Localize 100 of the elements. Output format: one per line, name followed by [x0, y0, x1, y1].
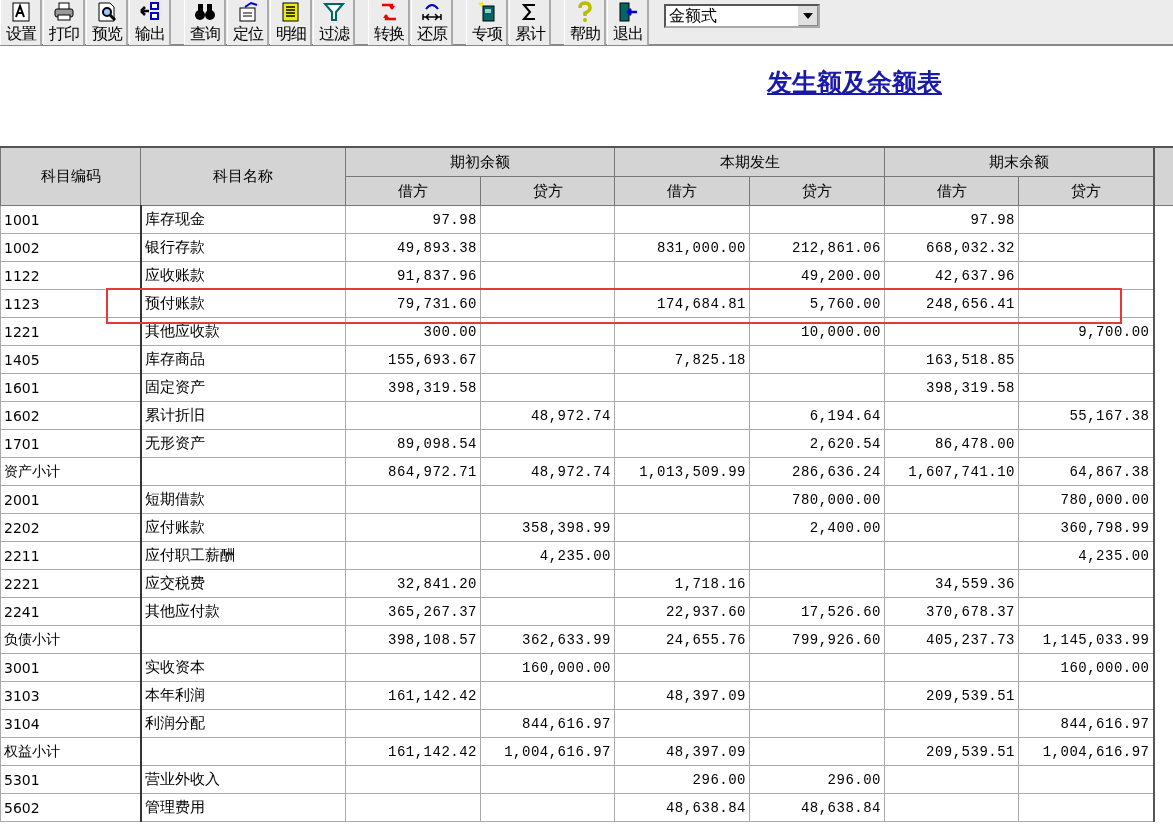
amount-cell: 49,893.38 — [345, 233, 481, 262]
exit-icon — [616, 1, 639, 23]
amount-cell: 86,478.00 — [884, 429, 1019, 458]
account-code-cell: 1123 — [0, 289, 141, 318]
amount-cell: 1,013,509.99 — [614, 457, 750, 486]
amount-cell: 844,616.97 — [480, 709, 615, 738]
amount-cell: 1,718.16 — [614, 569, 750, 598]
amount-cell: 24,655.76 — [614, 625, 750, 654]
amount-cell: 48,972.74 — [480, 401, 615, 430]
toolbar-button[interactable]: 查询 — [184, 0, 226, 45]
column-header: 科目编码 — [0, 147, 141, 206]
toolbar-button[interactable]: 设置 — [0, 0, 42, 45]
amount-cell: 209,539.51 — [884, 681, 1019, 710]
amount-cell: 7,825.18 — [614, 345, 750, 374]
toolbar-button[interactable]: 专项 — [466, 0, 508, 45]
account-code-cell: 1001 — [0, 205, 141, 234]
account-name-cell: 短期借款 — [140, 485, 346, 514]
toolbar-button[interactable]: 预览 — [86, 0, 128, 45]
amount-cell: 22,937.60 — [614, 597, 750, 626]
amount-cell: 212,861.06 — [749, 233, 885, 262]
toolbar-button[interactable]: 还原 — [411, 0, 453, 45]
amount-cell: 799,926.60 — [749, 625, 885, 654]
printer-icon — [52, 1, 75, 23]
export-icon — [138, 1, 161, 23]
amount-cell: 34,559.36 — [884, 569, 1019, 598]
account-name-cell: 库存现金 — [140, 205, 346, 234]
account-code-cell: 2001 — [0, 485, 141, 514]
amount-cell: 10,000.00 — [749, 317, 885, 346]
amount-cell: 358,398.99 — [480, 513, 615, 542]
toolbar-button[interactable]: 打印 — [43, 0, 85, 45]
report-title: 发生额及余额表 — [767, 67, 942, 99]
account-code-cell: 1122 — [0, 261, 141, 290]
toolbar-button[interactable]: 退出 — [607, 0, 649, 45]
amount-cell: 398,319.58 — [884, 373, 1019, 402]
amount-cell: 209,539.51 — [884, 737, 1019, 766]
account-name-cell: 应交税费 — [140, 569, 346, 598]
amount-cell: 398,108.57 — [345, 625, 481, 654]
toolbar-button[interactable]: 输出 — [129, 0, 171, 45]
toolbar-button[interactable]: 帮助 — [564, 0, 606, 45]
amount-cell: 398,319.58 — [345, 373, 481, 402]
column-header: 贷方 — [480, 176, 615, 206]
amount-cell: 48,638.84 — [749, 793, 885, 822]
account-code-cell: 2202 — [0, 513, 141, 542]
amount-cell: 286,636.24 — [749, 457, 885, 486]
book-icon — [475, 1, 498, 23]
toolbar-button[interactable]: 定位 — [227, 0, 269, 45]
account-name-cell: 无形资产 — [140, 429, 346, 458]
amount-cell: 160,000.00 — [480, 653, 615, 682]
account-code-cell: 2241 — [0, 597, 141, 626]
amount-cell: 296.00 — [749, 765, 885, 794]
binoculars-icon — [193, 1, 216, 23]
amount-cell: 163,518.85 — [884, 345, 1019, 374]
amount-cell: 17,526.60 — [749, 597, 885, 626]
account-code-cell: 2221 — [0, 569, 141, 598]
account-code-cell: 3001 — [0, 653, 141, 682]
amount-cell: 6,194.64 — [749, 401, 885, 430]
account-name-cell: 固定资产 — [140, 373, 346, 402]
amount-cell: 780,000.00 — [749, 485, 885, 514]
column-header: 借方 — [884, 176, 1019, 206]
account-name-cell: 银行存款 — [140, 233, 346, 262]
amount-cell: 296.00 — [614, 765, 750, 794]
column-header: 贷方 — [749, 176, 885, 206]
amount-cell: 155,693.67 — [345, 345, 481, 374]
amount-cell: 831,000.00 — [614, 233, 750, 262]
account-code-cell: 资产小计 — [0, 457, 141, 486]
font-icon — [9, 1, 32, 23]
amount-cell: 864,972.71 — [345, 457, 481, 486]
account-name-cell: 本年利润 — [140, 681, 346, 710]
account-code-cell: 负债小计 — [0, 625, 141, 654]
column-header: 贷方 — [1018, 176, 1154, 206]
amount-cell: 79,731.60 — [345, 289, 481, 318]
amount-cell: 365,267.37 — [345, 597, 481, 626]
toolbar-button[interactable]: 过滤 — [313, 0, 355, 45]
account-code-cell: 3104 — [0, 709, 141, 738]
toolbar-button[interactable]: 明细 — [270, 0, 312, 45]
column-header: 科目名称 — [140, 147, 346, 206]
format-dropdown[interactable]: 金额式 — [664, 4, 820, 28]
preview-icon — [95, 1, 118, 23]
column-header: 借方 — [614, 176, 750, 206]
account-code-cell: 1701 — [0, 429, 141, 458]
toolbar-button[interactable]: 转换 — [368, 0, 410, 45]
column-group-header: 期初余额 — [345, 147, 615, 177]
amount-cell: 161,142.42 — [345, 737, 481, 766]
account-code-cell: 5301 — [0, 765, 141, 794]
account-name-cell: 营业外收入 — [140, 765, 346, 794]
account-name-cell: 预付账款 — [140, 289, 346, 318]
amount-cell: 405,237.73 — [884, 625, 1019, 654]
account-code-cell: 1602 — [0, 401, 141, 430]
amount-cell: 362,633.99 — [480, 625, 615, 654]
account-name-cell: 其他应付款 — [140, 597, 346, 626]
amount-cell: 48,397.09 — [614, 737, 750, 766]
account-code-cell: 1601 — [0, 373, 141, 402]
filter-icon — [322, 1, 345, 23]
account-code-cell: 3103 — [0, 681, 141, 710]
toolbar-button[interactable]: 累计 — [509, 0, 551, 45]
account-name-cell: 库存商品 — [140, 345, 346, 374]
account-code-cell: 1405 — [0, 345, 141, 374]
account-name-cell: 应付账款 — [140, 513, 346, 542]
account-code-cell: 1002 — [0, 233, 141, 262]
amount-cell: 174,684.81 — [614, 289, 750, 318]
